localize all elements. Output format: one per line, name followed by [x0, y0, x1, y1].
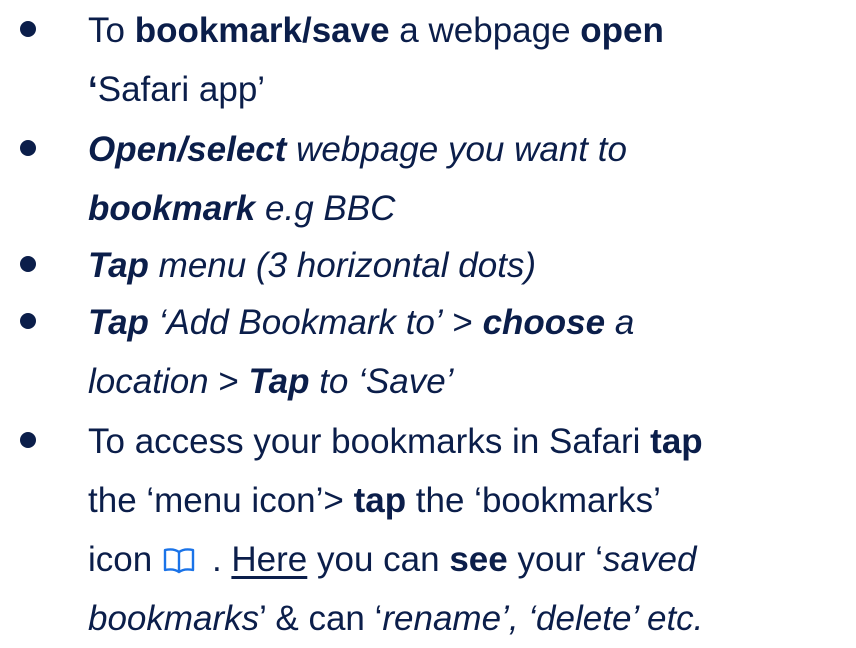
list-item-line: bookmark e.g BBC: [88, 179, 627, 238]
text-run: ’ & can ‘: [259, 599, 383, 638]
bullet-dot-icon: [20, 256, 36, 272]
text-run-italic: a: [605, 303, 635, 342]
text-run: your ‘: [507, 540, 604, 579]
list-item-line: Tap ‘Add Bookmark to’ > choose a: [88, 293, 634, 352]
text-run-bold-italic: bookmark: [88, 189, 256, 228]
list-item-access-bookmarks: To access your bookmarks in Safari tap t…: [0, 412, 703, 648]
list-item-line: the ‘menu icon’> tap the ‘bookmarks’: [88, 471, 703, 530]
list-item-bookmark-save: To bookmark/save a webpage open ‘Safari …: [0, 1, 664, 119]
text-run-bold-italic: Tap: [88, 303, 149, 342]
text-run: icon: [88, 540, 153, 579]
text-run: Safari app’: [97, 70, 266, 109]
text-run-italic: webpage you want to: [286, 130, 627, 169]
text-run: a webpage: [389, 11, 581, 50]
text-run-bold: bookmark/save: [134, 11, 390, 50]
text-run-italic: rename’, ‘delete’ etc.: [382, 599, 704, 638]
text-run-italic: ‘Add Bookmark to’: [148, 303, 443, 342]
list-item-line: icon . Here you can see your ‘saved: [88, 530, 703, 589]
here-link-text: Here: [231, 540, 308, 579]
text-run-italic: menu (3 horizontal dots): [148, 246, 537, 285]
text-run-bold-italic: Tap: [88, 246, 149, 285]
text-run-italic: e.g BBC: [255, 189, 396, 228]
bullet-dot-icon: [20, 21, 36, 37]
text-run-italic: bookmarks: [88, 599, 260, 638]
text-run: the ‘bookmarks’: [406, 481, 661, 520]
text-run-bold: open: [580, 11, 664, 50]
text-run: .: [202, 540, 232, 579]
text-run-italic: location: [88, 362, 209, 401]
list-item-line: bookmarks’ & can ‘rename’, ‘delete’ etc.: [88, 589, 703, 648]
list-item-line: To bookmark/save a webpage open: [88, 1, 664, 60]
text-run-bold: tap: [650, 422, 703, 461]
list-item-tap-menu: Tap menu (3 horizontal dots): [0, 236, 536, 295]
text-run-italic: saved: [603, 540, 697, 579]
list-item-line: To access your bookmarks in Safari tap: [88, 412, 703, 471]
open-book-icon: [162, 546, 196, 574]
text-run: To: [88, 11, 135, 50]
list-item-line: ‘Safari app’: [88, 60, 664, 119]
text-run: To access your bookmarks in Safari: [88, 422, 651, 461]
list-item-open-select: Open/select webpage you want to bookmark…: [0, 120, 627, 238]
instruction-document: To bookmark/save a webpage open ‘Safari …: [0, 0, 856, 638]
text-run-italic: to ‘Save’: [309, 362, 454, 401]
text-run-bold: tap: [353, 481, 407, 520]
text-run-bold-italic: choose: [482, 303, 606, 342]
list-item-line: Open/select webpage you want to: [88, 120, 627, 179]
list-item-line: location > Tap to ‘Save’: [88, 352, 634, 411]
text-run: you can: [307, 540, 450, 579]
text-run-bold: ‘: [88, 70, 98, 109]
text-run: the ‘menu icon’>: [88, 481, 354, 520]
bullet-dot-icon: [20, 140, 36, 156]
text-run-bold: see: [449, 540, 508, 579]
text-run-bold-italic: Tap: [248, 362, 310, 401]
list-item-add-bookmark: Tap ‘Add Bookmark to’ > choose a locatio…: [0, 293, 634, 411]
text-run: >: [442, 303, 483, 342]
bullet-dot-icon: [20, 432, 36, 448]
bullet-dot-icon: [20, 313, 36, 329]
text-run-bold-italic: Open/select: [88, 130, 287, 169]
list-item-line: Tap menu (3 horizontal dots): [88, 236, 536, 295]
text-run: >: [208, 362, 249, 401]
